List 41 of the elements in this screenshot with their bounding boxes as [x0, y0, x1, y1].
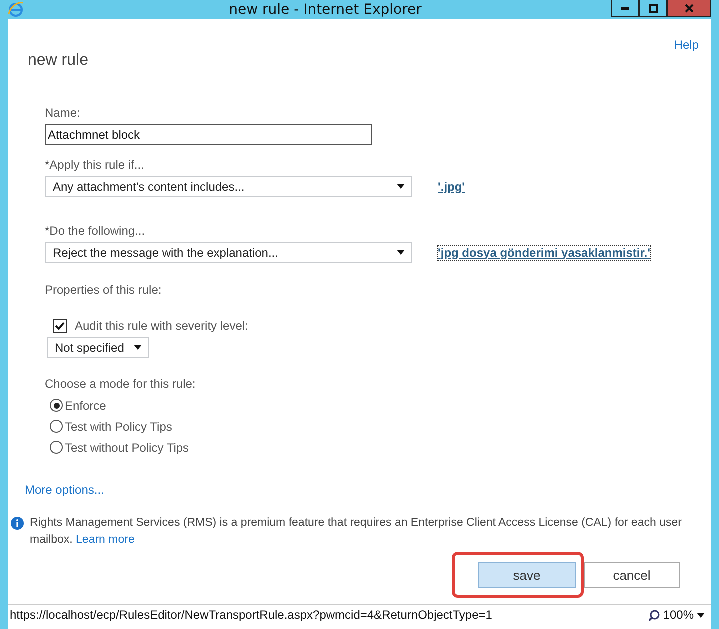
- minimize-icon: [621, 6, 629, 10]
- dropdown[interactable]: Any attachment's content includes...: [45, 176, 412, 197]
- radio-label: Test with Policy Tips: [65, 420, 172, 434]
- caret-icon: [134, 345, 142, 350]
- checkbox-label: Audit this rule with severity level:: [75, 319, 248, 333]
- field-label: *Do the following...: [45, 224, 146, 238]
- close-button[interactable]: [667, 0, 711, 17]
- section-label: Properties of this rule:: [45, 283, 163, 297]
- value-link[interactable]: '.jpg': [438, 180, 466, 194]
- help-link[interactable]: Help: [674, 38, 699, 52]
- close-icon: [684, 4, 694, 12]
- radio-button[interactable]: [50, 399, 63, 412]
- minimize-button[interactable]: [611, 0, 639, 17]
- radio-label: Enforce: [65, 398, 106, 412]
- learn-more-link[interactable]: Learn more: [76, 534, 135, 546]
- window-title: new rule - Internet Explorer: [228, 2, 423, 18]
- info-text: Rights Management Services (RMS) is a premium feature that requires an Enterprise Client Access License (CAL) for each user mailbox. Learn more: [30, 516, 683, 548]
- browser-logo-icon: [8, 1, 24, 17]
- caret-icon: [397, 250, 405, 255]
- value-link[interactable]: 'jpg dosya gönderimi yasaklanmistir.': [438, 246, 650, 260]
- zoom-icon: [649, 610, 660, 620]
- maximize-icon: [648, 4, 658, 12]
- cancel-button[interactable]: cancel: [584, 562, 680, 588]
- info-icon: [11, 517, 24, 530]
- radio-button[interactable]: [50, 441, 63, 454]
- field-label: Name:: [45, 106, 82, 120]
- zoom-level: 100%: [663, 608, 694, 622]
- radio-button[interactable]: [50, 420, 63, 433]
- save-button[interactable]: save: [478, 562, 576, 588]
- radio-label: Test without Policy Tips: [65, 440, 190, 454]
- page-heading: new rule: [28, 52, 90, 70]
- more-options-link[interactable]: More options...: [25, 483, 104, 497]
- status-url: https://localhost/ecp/RulesEditor/NewTransportRule.aspx?pwmcid=4&ReturnObjectType=1: [10, 608, 492, 622]
- dropdown[interactable]: Not specified: [47, 337, 149, 358]
- name-field[interactable]: Attachmnet block: [45, 124, 372, 145]
- field-label: *Apply this rule if...: [45, 158, 146, 172]
- caret-icon: [697, 612, 705, 618]
- section-label: Choose a mode for this rule:: [45, 377, 197, 391]
- caret-icon: [397, 184, 405, 189]
- checkbox[interactable]: [53, 319, 67, 333]
- dropdown[interactable]: Reject the message with the explanation...: [45, 242, 412, 263]
